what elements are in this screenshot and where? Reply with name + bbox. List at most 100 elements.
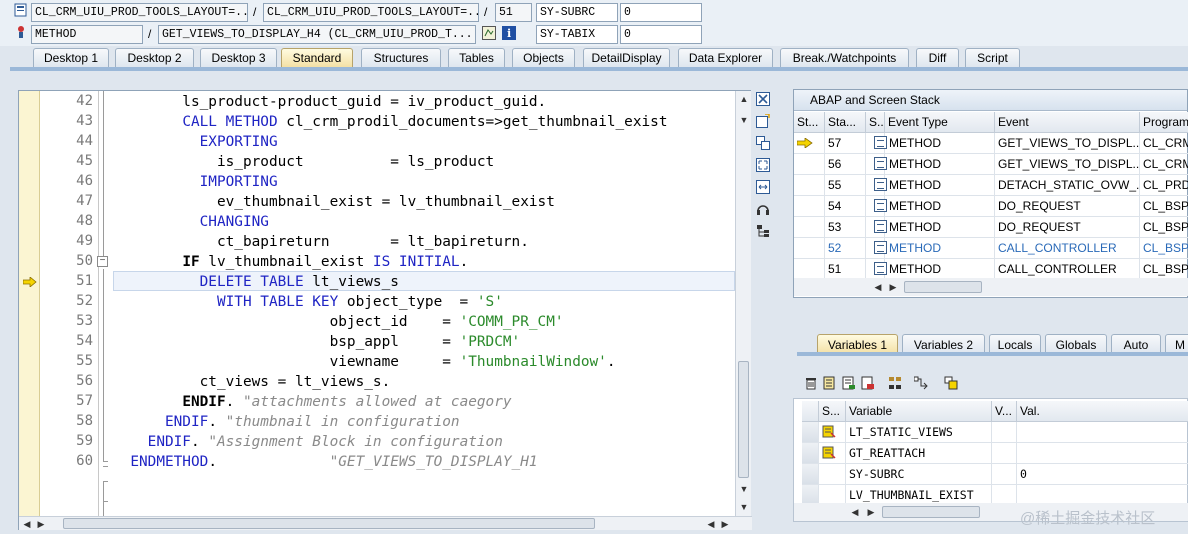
stack-current-cell[interactable] (794, 196, 825, 217)
code-line[interactable]: ENDIF. "attachments allowed at caegory (113, 392, 511, 412)
scroll-left-end-icon[interactable]: ▶ (35, 518, 47, 530)
import-icon[interactable] (860, 376, 876, 392)
stack-event-type-cell[interactable]: METHOD (871, 196, 995, 217)
code-line[interactable]: is_product = ls_product (113, 152, 494, 172)
stack-current-cell[interactable] (794, 259, 825, 280)
var-name-field-1[interactable]: SY-SUBRC (536, 3, 618, 22)
scroll-left-icon[interactable]: ◀ (872, 281, 884, 293)
stack-event-cell[interactable]: DO_REQUEST (995, 217, 1140, 238)
close-pane-icon[interactable] (755, 92, 771, 108)
variable-value-cell[interactable] (1017, 422, 1188, 443)
row-selector[interactable] (802, 464, 819, 485)
stack-current-cell[interactable] (794, 217, 825, 238)
variable-value-cell[interactable]: 0 (1017, 464, 1188, 485)
code-line[interactable]: IMPORTING (113, 172, 278, 192)
variable-name-cell[interactable]: GT_REATTACH (846, 443, 992, 464)
row-selector[interactable] (802, 422, 819, 443)
tab-structures[interactable]: Structures (361, 48, 441, 68)
stack-current-cell[interactable] (794, 238, 825, 259)
vars-scroll-thumb[interactable] (882, 506, 980, 518)
event-type-field[interactable]: METHOD (31, 25, 143, 44)
stack-column-header[interactable]: Program (1140, 112, 1188, 133)
stack-event-cell[interactable]: DETACH_STATIC_OVW_... (995, 175, 1140, 196)
stack-level-cell[interactable]: 57 (825, 133, 866, 154)
code-line[interactable]: ct_views = lt_views_s. (113, 372, 391, 392)
scroll-bottom-icon[interactable]: ▼ (738, 501, 750, 513)
variable-name-cell[interactable]: SY-SUBRC (846, 464, 992, 485)
variables-column-header[interactable]: V... (992, 401, 1017, 422)
stack-event-cell[interactable]: GET_VIEWS_TO_DISPL... (995, 133, 1140, 154)
services-icon[interactable] (755, 202, 771, 218)
code-line[interactable]: DELETE TABLE lt_views_s (113, 272, 399, 292)
navigate-icon[interactable] (913, 376, 929, 392)
variable-value-cell[interactable] (1017, 443, 1188, 464)
stack-level-cell[interactable]: 52 (825, 238, 866, 259)
program-field[interactable]: CL_CRM_UIU_PROD_TOOLS_LAYOUT=... (31, 3, 248, 22)
code-line[interactable]: CALL METHOD cl_crm_prodil_documents=>get… (113, 112, 667, 132)
code-line[interactable]: EXPORTING (113, 132, 278, 152)
tab-breakpoints-watchpoints[interactable]: Break./Watchpoints (780, 48, 909, 68)
tab-script[interactable]: Script (965, 48, 1020, 68)
stack-event-cell[interactable]: GET_VIEWS_TO_DISPL... (995, 154, 1140, 175)
tab-diff[interactable]: Diff (916, 48, 959, 68)
maximize-icon[interactable] (755, 158, 771, 174)
tab-data-explorer[interactable]: Data Explorer (678, 48, 773, 68)
code-line[interactable]: ct_bapireturn = lt_bapireturn. (113, 232, 529, 252)
code-line[interactable]: ENDIF. "thumbnail in configuration (113, 412, 460, 432)
insert-row-icon[interactable] (822, 376, 838, 392)
source-code-editor[interactable]: 42 43 44 45 46 47 48 49 50 51 52 53 54 55 56 57 58 59 60 −… (18, 90, 752, 530)
line-field[interactable]: 51 (495, 3, 532, 22)
stack-event-type-cell[interactable]: METHOD (871, 133, 995, 154)
stack-event-type-cell[interactable]: METHOD (871, 154, 995, 175)
stack-column-header[interactable]: Event (995, 112, 1140, 133)
include-field[interactable]: CL_CRM_UIU_PROD_TOOLS_LAYOUT=... (263, 3, 479, 22)
stack-event-type-cell[interactable]: METHOD (871, 259, 995, 280)
stack-program-cell[interactable]: CL_CRM_ (1140, 154, 1188, 175)
code-line[interactable]: ENDMETHOD. "GET_VIEWS_TO_DISPLAY_H1 (113, 452, 537, 472)
scroll-down-icon[interactable]: ▼ (738, 483, 750, 495)
stack-event-cell[interactable]: CALL_CONTROLLER (995, 238, 1140, 259)
fold-toggle[interactable]: − (97, 256, 108, 267)
code-line[interactable]: IF lv_thumbnail_exist IS INITIAL. (113, 252, 468, 272)
stack-program-cell[interactable]: CL_BSP_ (1140, 238, 1188, 259)
row-selector[interactable] (802, 443, 819, 464)
replace-tool-icon[interactable] (755, 136, 771, 152)
stack-level-cell[interactable]: 56 (825, 154, 866, 175)
new-tool-icon[interactable] (755, 113, 771, 130)
var-value-field-1[interactable]: 0 (620, 3, 702, 22)
code-line[interactable]: viewname = 'ThumbnailWindow'. (113, 352, 616, 372)
info-icon[interactable]: i (502, 26, 516, 40)
stack-level-cell[interactable]: 53 (825, 217, 866, 238)
tab-desktop-2[interactable]: Desktop 2 (115, 48, 194, 68)
stack-hscroll[interactable]: ◀ ▶ (794, 278, 1188, 296)
variable-v-cell[interactable] (992, 443, 1017, 464)
variable-name-cell[interactable]: LT_STATIC_VIEWS (846, 422, 992, 443)
scroll-left-icon[interactable]: ◀ (849, 506, 861, 518)
stack-program-cell[interactable]: CL_BSP_ (1140, 217, 1188, 238)
editor-vertical-scrollbar[interactable]: ▲ ▼ ▼ ▼ (735, 91, 751, 516)
event-field[interactable]: GET_VIEWS_TO_DISPLAY_H4 (CL_CRM_UIU_PROD… (158, 25, 476, 44)
code-line[interactable]: ENDIF. "Assignment Block in configuratio… (113, 432, 503, 452)
code-line[interactable]: ev_thumbnail_exist = lv_thumbnail_exist (113, 192, 555, 212)
stack-event-type-cell[interactable]: METHOD (871, 217, 995, 238)
variable-status-cell[interactable] (819, 464, 846, 485)
scroll-left-icon[interactable]: ◀ (21, 518, 33, 530)
stack-level-cell[interactable]: 55 (825, 175, 866, 196)
code-line[interactable]: WITH TABLE KEY object_type = 'S' (113, 292, 503, 312)
swap-icon[interactable] (755, 180, 771, 196)
editor-horizontal-scrollbar[interactable]: ◀ ▶ ◀ ▶ (19, 516, 752, 530)
scroll-down-small-icon[interactable]: ▼ (738, 114, 750, 126)
tab-standard[interactable]: Standard (281, 48, 353, 68)
append-row-icon[interactable] (841, 376, 857, 392)
stack-current-cell[interactable] (794, 154, 825, 175)
stack-current-cell[interactable] (794, 133, 825, 154)
stack-event-type-cell[interactable]: METHOD (871, 175, 995, 196)
tab-desktop-3[interactable]: Desktop 3 (200, 48, 277, 68)
delete-icon[interactable] (803, 376, 819, 392)
scroll-thumb[interactable] (738, 361, 749, 478)
breakpoint-gutter[interactable] (19, 91, 40, 516)
hscroll-thumb[interactable] (63, 518, 595, 529)
variable-status-cell[interactable] (819, 422, 846, 443)
var-name-field-2[interactable]: SY-TABIX (536, 25, 618, 44)
variables-column-header[interactable] (802, 401, 819, 422)
